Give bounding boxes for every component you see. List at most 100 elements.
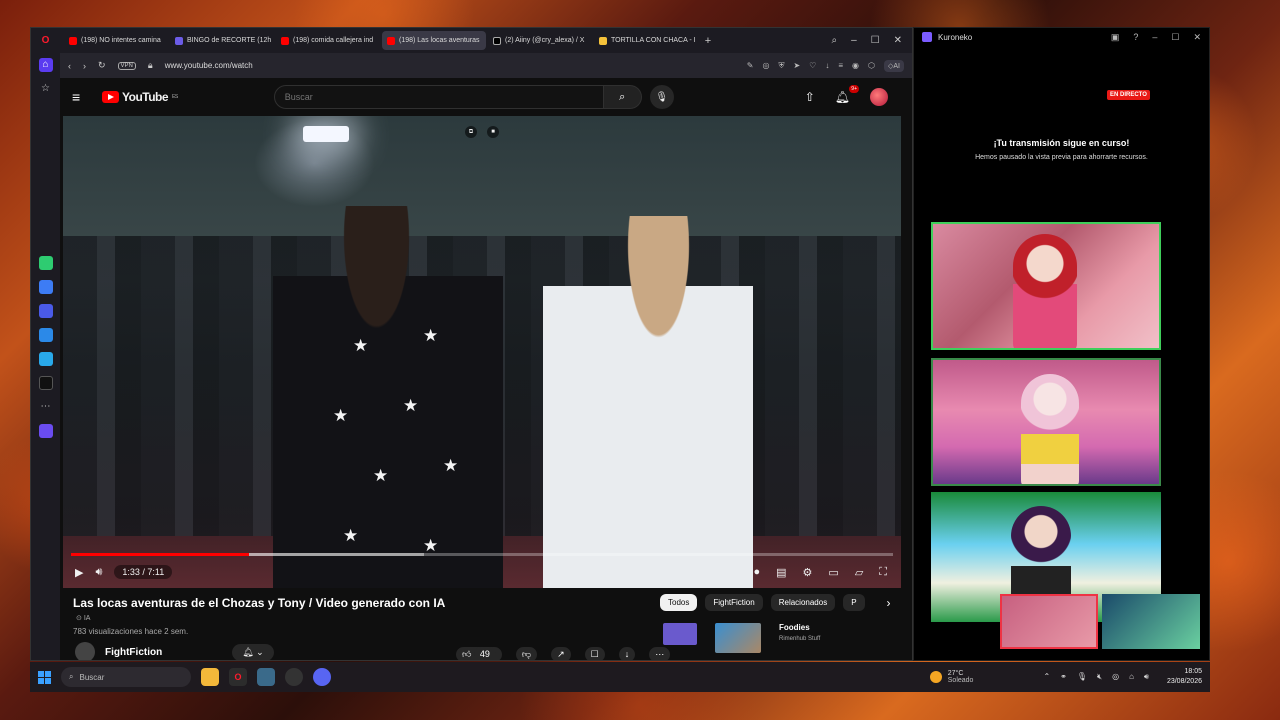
- more-apps-icon[interactable]: ⋯: [39, 400, 53, 414]
- opera-logo-icon[interactable]: O: [39, 34, 53, 48]
- close-icon[interactable]: ✕: [1193, 32, 1201, 43]
- tab-2[interactable]: (198) comida callejera ind: [276, 31, 380, 50]
- aria-icon[interactable]: [38, 280, 53, 294]
- list-icon[interactable]: ≡: [838, 61, 843, 70]
- edit-icon[interactable]: ✎: [747, 61, 754, 70]
- home-icon[interactable]: ⌂: [38, 58, 53, 72]
- tab-bar: (198) NO intentes camina BINGO de RECORT…: [60, 28, 912, 53]
- discord-icon[interactable]: [313, 668, 331, 686]
- tab-0[interactable]: (198) NO intentes camina: [64, 31, 168, 50]
- mic-icon[interactable]: 🎙︎: [649, 85, 674, 109]
- search-tabs-icon[interactable]: ⌕: [831, 35, 837, 46]
- channel-name[interactable]: FightFiction: [105, 647, 162, 658]
- notes-icon[interactable]: [38, 304, 53, 318]
- weather-widget[interactable]: 27°C Soleado: [929, 670, 973, 684]
- reload-icon[interactable]: ↻: [98, 60, 106, 71]
- star-pattern: ★: [343, 526, 359, 545]
- autoplay-toggle-icon[interactable]: ●: [753, 566, 760, 579]
- tab-4[interactable]: (2) Aiiny (@cry_alexa) / X: [488, 31, 592, 50]
- tiktok-icon[interactable]: [38, 376, 53, 390]
- share-icon[interactable]: ↗: [551, 647, 571, 660]
- help-icon[interactable]: ?: [1133, 32, 1138, 43]
- volume-icon[interactable]: 🔊︎: [95, 566, 102, 579]
- tab-3-active[interactable]: (198) Las locas aventuras: [382, 31, 486, 50]
- cast-overlay-icon[interactable]: ■: [487, 126, 499, 138]
- volume-icon[interactable]: 🔊︎: [1144, 672, 1149, 682]
- obs-icon[interactable]: [285, 668, 303, 686]
- chip-relacionados[interactable]: Relacionados: [770, 594, 836, 611]
- like-button[interactable]: 👍︎ 49: [456, 647, 502, 660]
- close-icon[interactable]: ✕: [894, 35, 902, 46]
- chevron-up-icon[interactable]: ⌃: [1043, 672, 1050, 682]
- miniplayer-icon[interactable]: ⧉: [465, 126, 477, 138]
- dislike-icon[interactable]: 👎︎: [515, 647, 538, 660]
- shield-icon[interactable]: ⛨: [778, 61, 784, 71]
- search-icon[interactable]: ⌕: [603, 85, 642, 109]
- settings-gear-icon[interactable]: ⚙: [803, 566, 813, 579]
- screen-icon[interactable]: ▣: [1111, 32, 1120, 43]
- subscribe-bell-icon[interactable]: 🔔︎ ⌄: [232, 643, 274, 660]
- ai-button[interactable]: ◇AI: [883, 59, 904, 72]
- minimize-icon[interactable]: –: [1152, 32, 1157, 43]
- tab-5[interactable]: TORTILLA CON CHACA - I: [594, 31, 698, 50]
- scene-tile-2[interactable]: [931, 358, 1161, 486]
- hamburger-menu-icon[interactable]: ≡: [72, 89, 94, 105]
- clock[interactable]: 18:05 23/08/2026: [1167, 667, 1202, 687]
- vpn-badge[interactable]: VPN: [117, 61, 136, 70]
- maximize-icon[interactable]: ☐: [871, 35, 880, 46]
- speaker-off-icon[interactable]: 🔇︎: [1097, 672, 1102, 682]
- network-icon[interactable]: ⌂: [1129, 672, 1134, 682]
- cast-icon[interactable]: ▱: [855, 566, 863, 579]
- video-player[interactable]: ★ ★ ★ ★ ★ ★ ★ ★ ⧉ ■ ▶ 🔊︎ 1:33 / 7:11 ● ▤…: [63, 116, 901, 588]
- scene-tile-1[interactable]: [931, 222, 1161, 350]
- back-icon[interactable]: ‹: [68, 61, 71, 71]
- download-icon[interactable]: ↓: [825, 61, 829, 70]
- chip-todos[interactable]: Todos: [660, 594, 698, 611]
- new-tab-button[interactable]: +: [700, 35, 716, 47]
- fullscreen-icon[interactable]: ⛶: [879, 566, 887, 579]
- player-overlay-icons: ⧉ ■: [465, 126, 499, 138]
- messenger-icon[interactable]: [38, 328, 53, 342]
- save-icon[interactable]: ☐: [584, 647, 605, 660]
- notifications-bell-icon[interactable]: 🔔︎ 9+: [835, 85, 859, 104]
- download-video-icon[interactable]: ↓: [618, 647, 636, 660]
- forward-icon[interactable]: ›: [83, 61, 86, 71]
- app-icon[interactable]: [257, 668, 275, 686]
- location-icon[interactable]: ◎: [1112, 672, 1119, 682]
- windows-start-icon[interactable]: [38, 670, 51, 684]
- player-icon[interactable]: [38, 424, 53, 438]
- file-explorer-icon[interactable]: [201, 668, 219, 686]
- youtube-logo[interactable]: YouTube ES: [102, 90, 178, 104]
- scene-thumbnail-2[interactable]: [1102, 594, 1200, 649]
- search-input[interactable]: [273, 85, 604, 109]
- mic-tray-icon[interactable]: 🎙︎: [1077, 672, 1087, 682]
- maximize-icon[interactable]: ☐: [1171, 32, 1179, 43]
- vtuber-avatar: [1021, 374, 1079, 484]
- camera-icon[interactable]: ◎: [762, 61, 769, 70]
- taskbar-search[interactable]: ⌕ Buscar: [61, 667, 191, 687]
- subtitles-icon[interactable]: ▤: [776, 566, 786, 579]
- upload-icon[interactable]: ⇧: [805, 90, 815, 104]
- extensions-icon[interactable]: ⬡: [868, 61, 875, 70]
- heart-icon[interactable]: ♡: [809, 61, 816, 70]
- channel-avatar[interactable]: [75, 642, 95, 660]
- send-icon[interactable]: ➤: [793, 61, 800, 70]
- minimize-icon[interactable]: –: [851, 35, 857, 46]
- list-item[interactable]: Foodies Rimenhub Stuff: [663, 623, 820, 653]
- url-field[interactable]: www.youtube.com/watch: [165, 61, 253, 70]
- chatgpt-icon[interactable]: [38, 256, 53, 270]
- play-icon[interactable]: ▶: [75, 566, 83, 579]
- scene-thumbnail-1[interactable]: [1000, 594, 1098, 649]
- avatar[interactable]: [870, 88, 888, 106]
- opera-taskbar-icon[interactable]: O: [229, 668, 247, 686]
- bookmark-icon[interactable]: ☆: [39, 82, 53, 96]
- chip-fightfiction[interactable]: FightFiction: [705, 594, 763, 611]
- profile-icon[interactable]: ◉: [852, 61, 859, 70]
- theater-mode-icon[interactable]: ▭: [828, 566, 838, 579]
- chip-partial[interactable]: P: [843, 594, 865, 611]
- telegram-icon[interactable]: [38, 352, 53, 366]
- chevron-right-icon[interactable]: ›: [887, 596, 891, 610]
- progress-bar[interactable]: [71, 553, 893, 556]
- tab-1[interactable]: BINGO de RECORTE (12h: [170, 31, 274, 50]
- tray-app-icon[interactable]: ⚭: [1060, 672, 1067, 682]
